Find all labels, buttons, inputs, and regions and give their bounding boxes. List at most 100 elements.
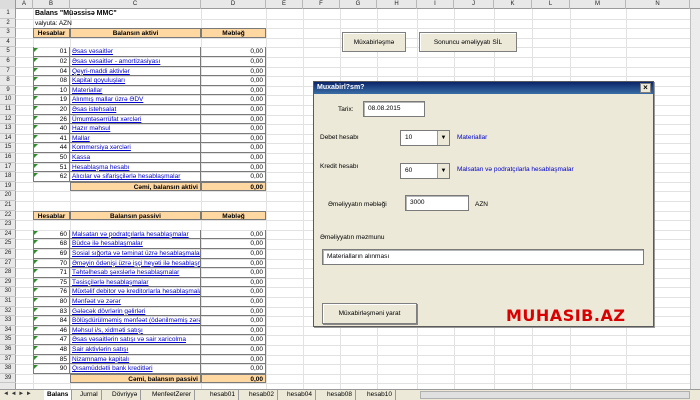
- create-correspondence-button[interactable]: Müxabirləşməni yarat: [322, 303, 417, 324]
- row-header[interactable]: 25: [0, 239, 16, 249]
- account-name-link[interactable]: Mallar: [70, 133, 201, 144]
- error-indicator-icon[interactable]: [34, 86, 38, 91]
- col-header-k[interactable]: K: [494, 0, 532, 9]
- row-header[interactable]: 18: [0, 172, 16, 182]
- row-header[interactable]: 3: [0, 28, 16, 38]
- dialog-title-bar[interactable]: Muxabirl?sm? ×: [314, 82, 653, 94]
- error-indicator-icon[interactable]: [34, 298, 38, 302]
- col-header-f[interactable]: F: [303, 0, 340, 9]
- error-indicator-icon[interactable]: [34, 317, 38, 322]
- row-header[interactable]: 16: [0, 153, 16, 163]
- select-all-corner[interactable]: [0, 0, 16, 9]
- error-indicator-icon[interactable]: [34, 288, 38, 293]
- error-indicator-icon[interactable]: [34, 278, 38, 283]
- account-name-link[interactable]: Hesablaşma hesabı: [70, 162, 201, 173]
- row-header[interactable]: 5: [0, 47, 16, 57]
- error-indicator-icon[interactable]: [34, 163, 38, 168]
- error-indicator-icon[interactable]: [34, 48, 38, 53]
- col-header-a[interactable]: A: [16, 0, 33, 9]
- error-indicator-icon[interactable]: [34, 259, 38, 264]
- account-name-link[interactable]: Təhtəlhesab şəxslərlə hesablaşmalar: [70, 268, 201, 278]
- muxabirlesme-button[interactable]: Müxabirləşmə: [342, 32, 406, 52]
- date-input[interactable]: 08.08.2015: [363, 101, 425, 117]
- account-name-link[interactable]: Kassa: [70, 153, 201, 163]
- row-header[interactable]: 24: [0, 230, 16, 240]
- col-header-l[interactable]: L: [532, 0, 570, 9]
- row-header[interactable]: 27: [0, 259, 16, 269]
- error-indicator-icon[interactable]: [34, 77, 38, 82]
- account-name-link[interactable]: Alınmış mallar üzrə ƏDV: [70, 95, 201, 105]
- error-indicator-icon[interactable]: [34, 134, 38, 139]
- row-header[interactable]: 7: [0, 67, 16, 77]
- vertical-scrollbar[interactable]: [690, 9, 700, 389]
- tab-menfeetzerer[interactable]: MenfeetZerer: [149, 390, 196, 400]
- row-header[interactable]: 31: [0, 297, 16, 307]
- horizontal-scrollbar[interactable]: [420, 391, 690, 399]
- error-indicator-icon[interactable]: [34, 336, 38, 341]
- row-header[interactable]: 14: [0, 134, 16, 144]
- account-name-link[interactable]: Kapital qoyuluşları: [70, 76, 201, 86]
- account-name-link[interactable]: Təsisçilərlə hesablaşmalar: [70, 277, 201, 288]
- delete-last-operation-button[interactable]: Sonuncu əməliyyatı SİL: [419, 32, 517, 52]
- col-header-e[interactable]: E: [266, 0, 303, 9]
- account-name-link[interactable]: Bölüşdürülməmiş mənfəət (ödənilməmiş zər…: [70, 316, 201, 326]
- error-indicator-icon[interactable]: [34, 250, 38, 254]
- row-header[interactable]: 17: [0, 163, 16, 173]
- row-header[interactable]: 26: [0, 249, 16, 259]
- tab-hesab02[interactable]: hesab02: [246, 390, 278, 400]
- error-indicator-icon[interactable]: [34, 326, 38, 331]
- account-name-link[interactable]: Müxtəlif debitor və kreditorlarla hesabl…: [70, 287, 201, 297]
- account-name-link[interactable]: Malsatan və podratçılarla hesablaşmalar: [70, 229, 201, 240]
- row-header[interactable]: 39: [0, 374, 16, 384]
- account-name-link[interactable]: Əsas vəsaitlər: [70, 47, 201, 57]
- row-header[interactable]: 8: [0, 76, 16, 86]
- row-header[interactable]: 21: [0, 201, 16, 211]
- error-indicator-icon[interactable]: [34, 144, 38, 149]
- row-header[interactable]: 10: [0, 95, 16, 105]
- tab-hesab01[interactable]: hesab01: [207, 390, 239, 400]
- account-name-link[interactable]: Əsas vəsaitlərin satışı və sair xaricolm…: [70, 335, 201, 345]
- row-header[interactable]: 11: [0, 105, 16, 115]
- error-indicator-icon[interactable]: [34, 365, 38, 370]
- account-name-link[interactable]: Gələcək dövrlərin gəlirləri: [70, 306, 201, 317]
- row-header[interactable]: 23: [0, 220, 16, 230]
- tab-hesab04[interactable]: hesab04: [284, 390, 316, 400]
- row-header[interactable]: 19: [0, 182, 16, 192]
- account-name-link[interactable]: Kommersiya xərcləri: [70, 143, 201, 153]
- row-header[interactable]: 12: [0, 115, 16, 125]
- error-indicator-icon[interactable]: [34, 240, 38, 245]
- error-indicator-icon[interactable]: [34, 58, 38, 62]
- row-header[interactable]: 15: [0, 143, 16, 153]
- tab-balans[interactable]: Balans: [44, 390, 73, 400]
- row-header[interactable]: 6: [0, 57, 16, 67]
- row-header[interactable]: 36: [0, 345, 16, 355]
- error-indicator-icon[interactable]: [34, 125, 38, 130]
- account-name-link[interactable]: Sair aktivlərin satışı: [70, 345, 201, 355]
- row-header[interactable]: 4: [0, 38, 16, 48]
- account-name-link[interactable]: Nizamnamə kapitalı: [70, 354, 201, 365]
- account-name-link[interactable]: Sosial sığorta və təminat üzrə hesablaşm…: [70, 249, 201, 259]
- error-indicator-icon[interactable]: [34, 173, 38, 178]
- account-name-link[interactable]: Büdcə ilə hesablaşmalar: [70, 239, 201, 249]
- row-header[interactable]: 34: [0, 326, 16, 336]
- row-header[interactable]: 1: [0, 9, 16, 19]
- row-header[interactable]: 20: [0, 191, 16, 201]
- close-icon[interactable]: ×: [640, 83, 651, 93]
- account-name-link[interactable]: Məhsul i/s, xidməti satışı: [70, 325, 201, 336]
- col-header-i[interactable]: I: [417, 0, 454, 9]
- account-name-link[interactable]: Əsas vəsaitlər - amortizasiyası: [70, 57, 201, 67]
- col-header-g[interactable]: G: [340, 0, 377, 9]
- account-name-link[interactable]: Qeyri-maddi aktivlər: [70, 66, 201, 77]
- tab-hesab10[interactable]: hesab10: [364, 390, 396, 400]
- error-indicator-icon[interactable]: [34, 355, 38, 360]
- row-header[interactable]: 33: [0, 316, 16, 326]
- account-name-link[interactable]: Ümumtəsərrüfat xərcləri: [70, 114, 201, 125]
- error-indicator-icon[interactable]: [34, 96, 38, 101]
- tab-jurnal[interactable]: Jurnal: [77, 390, 102, 400]
- row-header[interactable]: 37: [0, 355, 16, 365]
- col-header-b[interactable]: B: [33, 0, 70, 9]
- error-indicator-icon[interactable]: [34, 230, 38, 235]
- tab-hesab08[interactable]: hesab08: [324, 390, 356, 400]
- col-header-d[interactable]: D: [201, 0, 266, 9]
- error-indicator-icon[interactable]: [34, 115, 38, 120]
